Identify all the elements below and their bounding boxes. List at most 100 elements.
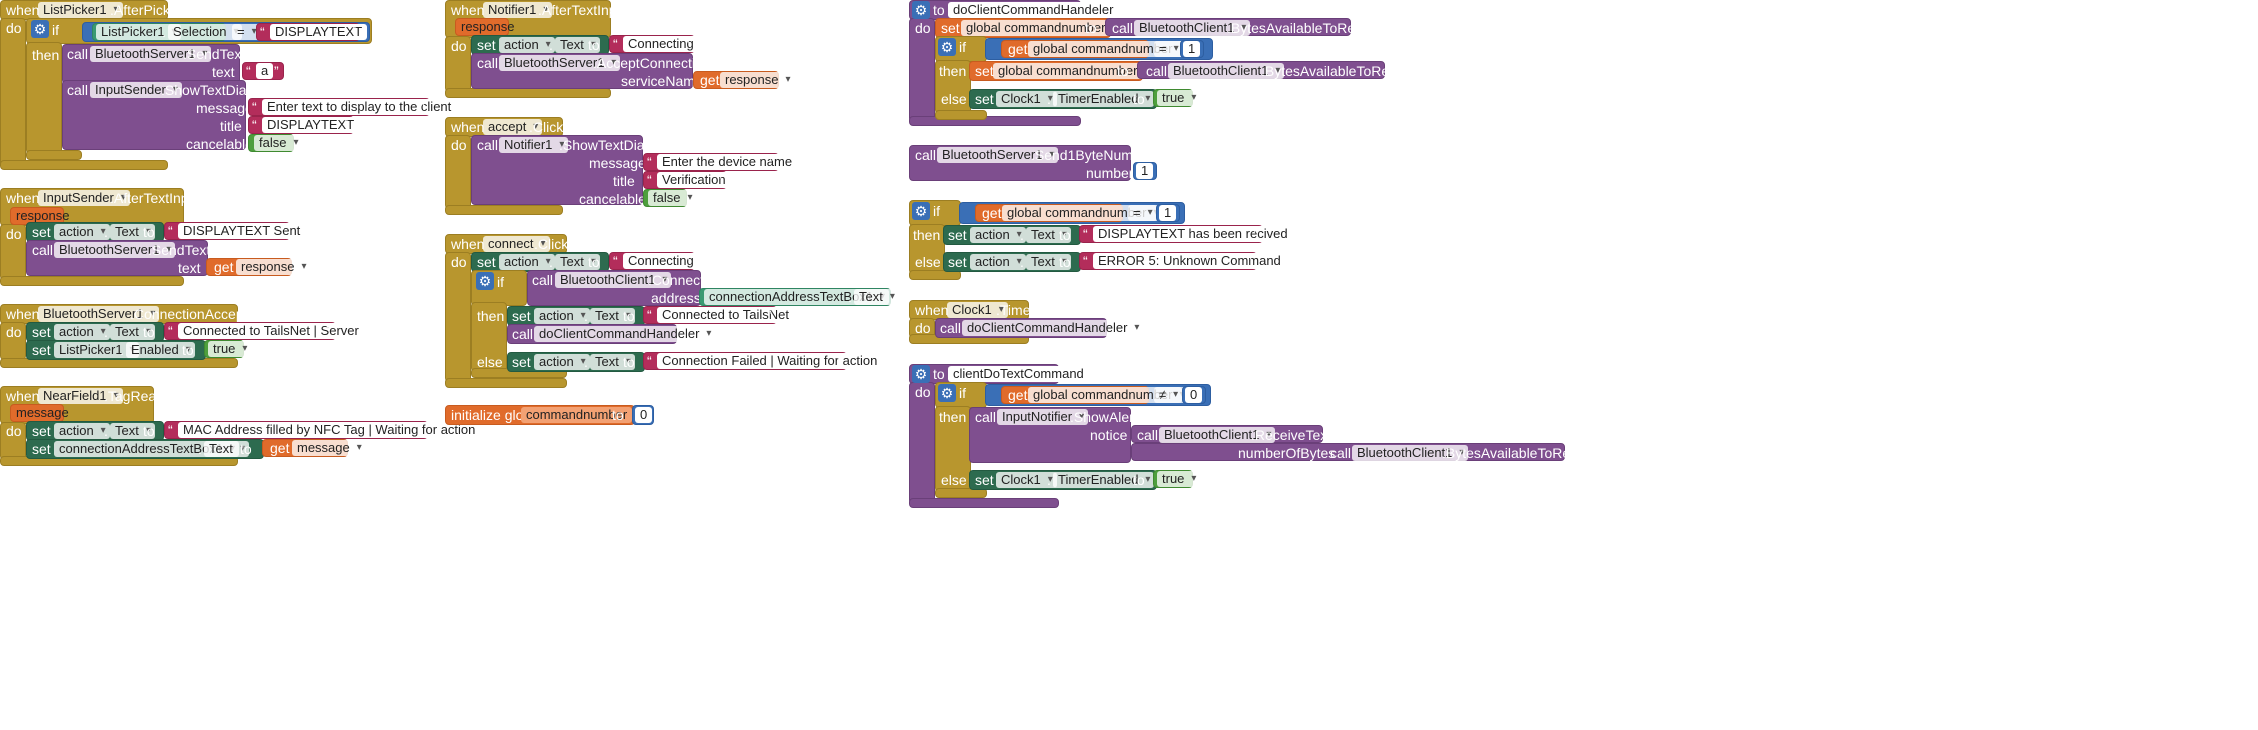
quote-open: “	[252, 99, 257, 115]
gear-icon[interactable]: ⚙	[912, 202, 930, 220]
gear-icon[interactable]: ⚙	[912, 365, 930, 383]
to-keyword: to	[1117, 63, 1129, 79]
gear-icon[interactable]: ⚙	[938, 38, 956, 56]
dot-separator: .	[549, 37, 553, 53]
quote-close: ”	[280, 223, 285, 239]
event-name: .AfterTextInput	[538, 2, 629, 18]
text-field[interactable]: Connected to TailsNet | Server	[178, 323, 364, 339]
else-keyword: else	[915, 254, 941, 270]
do-keyword: do	[451, 38, 467, 54]
boolean-dropdown[interactable]: true	[1157, 471, 1201, 487]
do-keyword: do	[915, 20, 931, 36]
number-field[interactable]: 1	[1136, 163, 1154, 179]
call-method: .BytesAvailableToReceive	[1227, 20, 1388, 36]
get-var-dropdown[interactable]: response	[236, 259, 311, 275]
do-keyword: do	[6, 20, 22, 36]
operator-dropdown[interactable]: ≠	[1154, 387, 1183, 403]
set-var-dropdown[interactable]: global commandnumber	[961, 20, 1122, 36]
gear-icon[interactable]: ⚙	[912, 1, 930, 19]
proc-name-field[interactable]: clientDoTextCommand	[948, 366, 1089, 382]
number-field[interactable]: 1	[1159, 205, 1177, 221]
call-keyword: call	[915, 147, 937, 163]
boolean-dropdown[interactable]: false	[648, 190, 697, 206]
text-field[interactable]: Connected to TailsNet	[657, 307, 794, 323]
quote-open: “	[647, 154, 652, 170]
operator-dropdown[interactable]: =	[1154, 41, 1183, 57]
quote-close: ”	[352, 24, 357, 40]
boolean-dropdown[interactable]: false	[254, 135, 303, 151]
quote-close: ”	[685, 253, 690, 269]
call-keyword: call	[512, 326, 534, 342]
set-keyword: set	[477, 37, 496, 53]
set-component-dropdown[interactable]: action	[970, 227, 1026, 243]
call-method: .SendText	[183, 46, 246, 62]
call-keyword: call	[32, 242, 54, 258]
dot-separator: .	[104, 324, 108, 340]
set-component-dropdown[interactable]: action	[54, 224, 110, 240]
call-keyword: call	[477, 137, 499, 153]
call-method: .ShowTextDialog	[559, 137, 664, 153]
call-keyword: call	[975, 409, 997, 425]
boolean-dropdown[interactable]: true	[1157, 90, 1201, 106]
get-keyword: get	[982, 205, 1002, 221]
when-keyword: when	[6, 190, 40, 206]
when-keyword: when	[915, 302, 949, 318]
to-keyword: to	[623, 308, 635, 324]
set-var-dropdown[interactable]: global commandnumber	[993, 63, 1154, 79]
set-component-dropdown[interactable]: action	[54, 324, 110, 340]
proc-name-field[interactable]: doClientCommandHandeler	[948, 2, 1119, 18]
set-component-dropdown[interactable]: action	[534, 354, 590, 370]
text-field[interactable]: ERROR 5: Unknown Command	[1093, 253, 1286, 269]
text-field[interactable]: Enter text to display to the client	[262, 99, 457, 115]
quote-close: ”	[326, 323, 331, 339]
proc-dropdown[interactable]: doClientCommandHandeler	[962, 320, 1144, 336]
param-label: message	[589, 155, 646, 171]
gear-icon[interactable]: ⚙	[31, 20, 49, 38]
number-field[interactable]: 0	[635, 407, 653, 423]
text-field[interactable]: Enter the device name	[657, 154, 798, 170]
quote-open: “	[647, 353, 652, 369]
text-field[interactable]: DISPLAYTEXT has been recived	[1093, 226, 1293, 242]
number-field[interactable]: 1	[1183, 41, 1201, 57]
set-component-dropdown[interactable]: action	[970, 254, 1026, 270]
set-component-dropdown[interactable]: action	[499, 254, 555, 270]
text-field[interactable]: Connection Failed | Waiting for action	[657, 353, 883, 369]
operator-dropdown[interactable]: =	[1128, 205, 1157, 221]
to-keyword: to	[143, 423, 155, 439]
arg-prop-dropdown[interactable]: Text	[854, 289, 899, 305]
dot-separator: .	[1047, 91, 1051, 107]
proc-dropdown[interactable]: doClientCommandHandeler	[534, 326, 716, 342]
gear-icon[interactable]: ⚙	[938, 384, 956, 402]
get-var-dropdown[interactable]: message	[292, 440, 366, 456]
param-label: numberOfBytes	[1238, 445, 1336, 461]
to-keyword: to	[588, 37, 600, 53]
number-field[interactable]: 0	[1185, 387, 1203, 403]
text-field[interactable]: a	[256, 63, 274, 79]
set-component-dropdown[interactable]: action	[499, 37, 555, 53]
param-label: cancelable	[186, 136, 253, 152]
event-name: .Timer	[996, 302, 1036, 318]
when-keyword: when	[6, 388, 40, 404]
call-component-dropdown[interactable]: Notifier1	[499, 137, 569, 153]
get-keyword: get	[1008, 387, 1028, 403]
else-keyword: else	[941, 472, 967, 488]
set-component-dropdown[interactable]: action	[54, 423, 110, 439]
do-keyword: do	[6, 423, 22, 439]
gear-icon[interactable]: ⚙	[476, 272, 494, 290]
dot-separator: .	[1020, 254, 1024, 270]
dot-separator: .	[104, 224, 108, 240]
param-label: notice	[1090, 427, 1128, 443]
text-field[interactable]: DISPLAYTEXT Sent	[178, 223, 306, 239]
quote-open: “	[260, 24, 265, 40]
get-var-dropdown[interactable]: response	[720, 72, 795, 88]
text-field[interactable]: MAC Address filled by NFC Tag | Waiting …	[178, 422, 481, 438]
call-keyword: call	[1146, 63, 1168, 79]
param-response[interactable]: response	[461, 18, 514, 36]
call-keyword: call	[1330, 445, 1352, 461]
event-name: .TagRead	[104, 388, 164, 404]
call-keyword: call	[1112, 20, 1134, 36]
param-message[interactable]: message	[16, 404, 69, 422]
quote-close: ”	[769, 154, 774, 170]
set-component-dropdown[interactable]: action	[534, 308, 590, 324]
boolean-dropdown[interactable]: true	[208, 341, 252, 357]
